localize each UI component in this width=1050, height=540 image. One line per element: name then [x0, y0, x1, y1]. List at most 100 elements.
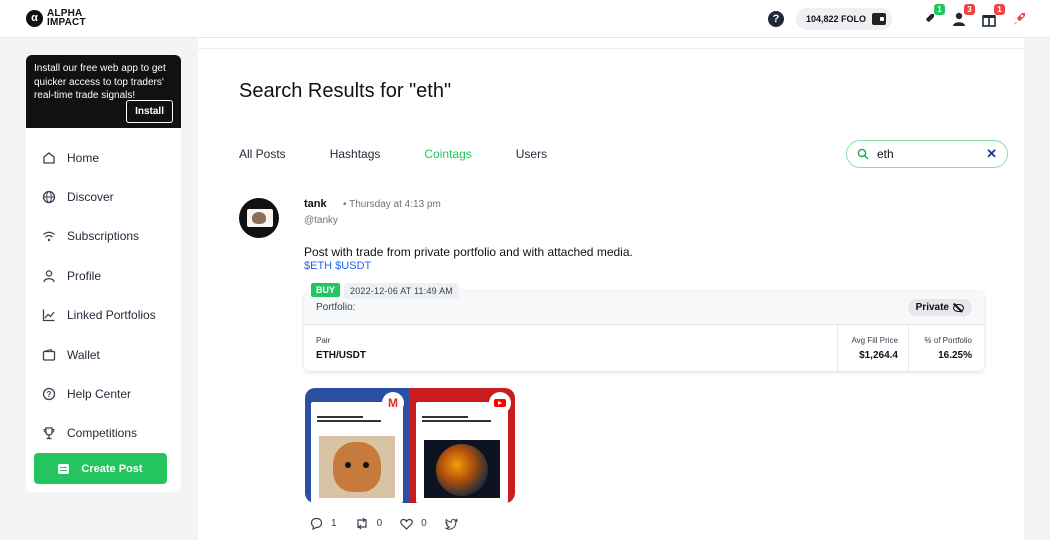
rocket-launch-button[interactable] — [1010, 10, 1028, 28]
logo-icon: α — [26, 9, 43, 27]
sidebar-item-competitions[interactable]: Competitions — [26, 414, 181, 453]
tab-all-posts[interactable]: All Posts — [239, 147, 286, 161]
portfolio-pct-value: 16.25% — [938, 349, 972, 361]
pair-value: ETH/USDT — [316, 349, 366, 361]
create-post-button[interactable]: Create Post — [34, 453, 167, 484]
search-input[interactable] — [877, 147, 977, 161]
close-icon[interactable]: ✕ — [986, 146, 997, 162]
fill-price-value: $1,264.4 — [859, 349, 898, 361]
globe-icon — [41, 189, 57, 205]
portfolio-pct-label: % of Portfolio — [924, 335, 972, 345]
media-gmail-meme: M — [305, 388, 410, 503]
search-tabs: All Posts Hashtags Cointags Users — [239, 147, 591, 161]
chart-line-icon — [41, 307, 57, 323]
portfolio-label: Portfolio: — [316, 302, 356, 313]
comment-icon — [58, 463, 70, 474]
post-author[interactable]: tank — [304, 198, 327, 210]
dog-image — [319, 436, 395, 498]
folo-balance-button[interactable]: 104,822 FOLO — [795, 8, 892, 30]
repost-icon — [356, 517, 367, 530]
install-banner: Install our free web app to get quicker … — [26, 55, 181, 128]
create-post-label: Create Post — [81, 462, 143, 475]
rocket-alerts-button[interactable]: 1 — [920, 4, 945, 28]
youtube-icon — [489, 392, 511, 414]
sidebar-item-home[interactable]: Home — [26, 138, 181, 177]
help-icon[interactable]: ? — [767, 11, 784, 27]
comment-icon — [310, 517, 323, 530]
sidebar-item-label: Competitions — [67, 426, 138, 441]
cat-image — [252, 212, 266, 224]
sidebar-item-discover[interactable]: Discover — [26, 177, 181, 216]
pair-label: Pair — [316, 335, 331, 345]
search-icon — [857, 148, 869, 160]
sidebar-item-label: Home — [67, 150, 100, 165]
sidebar: Install our free web app to get quicker … — [26, 55, 181, 492]
meme-card-left — [311, 402, 403, 503]
repost-count: 0 — [376, 518, 383, 529]
trade-card-body: Pair ETH/USDT Avg Fill Price $1,264.4 % … — [304, 325, 984, 371]
burning-earth-image — [424, 440, 500, 498]
post-handle[interactable]: @tanky — [304, 215, 338, 226]
trade-date-badge: 2022-12-06 AT 11:49 AM — [344, 283, 459, 299]
portfolio-pct-column: % of Portfolio 16.25% — [909, 325, 984, 371]
install-button[interactable]: Install — [126, 99, 173, 123]
main-content: Search Results for "eth" All Posts Hasht… — [198, 49, 1024, 540]
private-badge: Private — [907, 299, 972, 316]
post-time: • Thursday at 4:13 pm — [343, 199, 441, 210]
like-count: 0 — [421, 518, 427, 529]
fill-price-column: Avg Fill Price $1,264.4 — [837, 325, 909, 371]
buy-badge: BUY — [311, 283, 341, 297]
main-top-edge — [198, 38, 1024, 49]
gmail-icon: M — [382, 392, 404, 414]
sidebar-item-label: Help Center — [67, 387, 132, 402]
top-bar: α ALPHA IMPACT ? 104,822 FOLO 1 3 1 — [0, 0, 1050, 38]
home-icon — [41, 150, 57, 166]
like-button[interactable]: 0 — [400, 518, 427, 530]
sidebar-item-help-center[interactable]: ? Help Center — [26, 374, 181, 413]
sidebar-item-label: Linked Portfolios — [67, 308, 156, 323]
tab-users[interactable]: Users — [516, 147, 547, 161]
avatar[interactable] — [239, 198, 279, 238]
comment-count: 1 — [331, 518, 337, 529]
tab-cointags[interactable]: Cointags — [424, 147, 471, 161]
trophy-icon — [41, 425, 57, 441]
sidebar-item-subscriptions[interactable]: Subscriptions — [26, 217, 181, 256]
sidebar-item-label: Subscriptions — [67, 229, 140, 244]
post-cointags[interactable]: $ETH $USDT — [304, 260, 371, 272]
share-twitter-button[interactable] — [444, 517, 466, 530]
meme-card-right — [416, 402, 508, 503]
sidebar-item-profile[interactable]: Profile — [26, 256, 181, 295]
users-badge: 3 — [964, 4, 975, 15]
trade-card[interactable]: Portfolio: Private Pair ETH/USDT Avg Fil… — [304, 291, 984, 371]
brand-logo[interactable]: α ALPHA IMPACT — [26, 8, 86, 28]
users-button[interactable]: 3 — [950, 4, 975, 28]
sidebar-item-linked-portfolios[interactable]: Linked Portfolios — [26, 296, 181, 335]
tab-hashtags[interactable]: Hashtags — [330, 147, 381, 161]
comment-button[interactable]: 1 — [310, 517, 337, 530]
post-text: Post with trade from private portfolio a… — [304, 245, 633, 259]
wallet-icon — [872, 13, 886, 25]
install-text: Install our free web app to get quicker … — [34, 63, 166, 101]
gifts-badge: 1 — [994, 4, 1005, 15]
folo-balance: 104,822 FOLO — [805, 14, 866, 24]
post-media[interactable]: M — [305, 388, 515, 503]
fill-price-label: Avg Fill Price — [851, 335, 898, 345]
media-youtube-meme — [410, 388, 515, 503]
sidebar-item-label: Profile — [67, 268, 102, 283]
logo-text: ALPHA IMPACT — [47, 8, 86, 28]
eye-off-icon — [953, 303, 964, 312]
pair-column: Pair ETH/USDT — [304, 325, 837, 371]
page-title: Search Results for "eth" — [239, 80, 452, 102]
user-icon — [41, 268, 57, 284]
twitter-icon — [444, 517, 458, 530]
sidebar-item-label: Discover — [67, 190, 114, 205]
wifi-icon — [41, 228, 57, 244]
color-rocket-icon — [1013, 13, 1025, 25]
sidebar-item-wallet[interactable]: Wallet — [26, 335, 181, 374]
wallet-icon — [41, 347, 57, 363]
gifts-button[interactable]: 1 — [980, 4, 1005, 28]
heart-icon — [400, 518, 413, 530]
post-actions: 1 0 0 — [310, 517, 484, 530]
repost-button[interactable]: 0 — [355, 517, 383, 530]
header-actions: ? 104,822 FOLO 1 3 1 — [767, 4, 1028, 32]
